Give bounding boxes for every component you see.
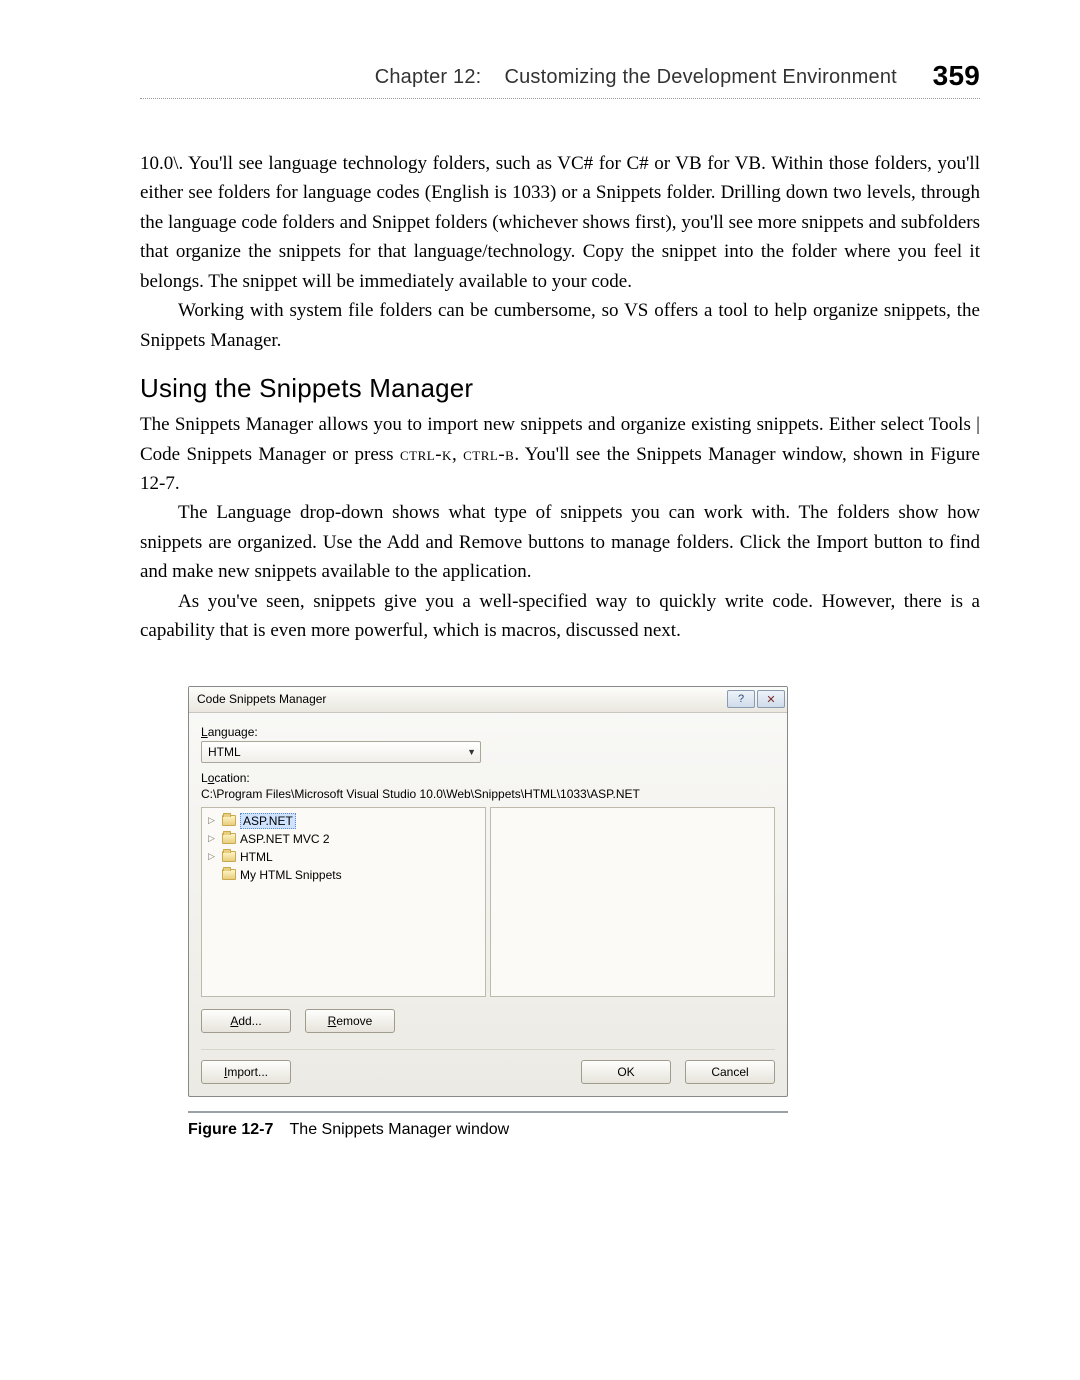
figure-text: The Snippets Manager window [290, 1121, 510, 1138]
language-value: HTML [208, 745, 467, 759]
figure-label: Figure 12-7 [188, 1121, 273, 1138]
dialog-title: Code Snippets Manager [197, 692, 725, 706]
folder-tree-panel[interactable]: ▷ ASP.NET ▷ ASP.NET MVC 2 ▷ [201, 807, 486, 997]
tree-item[interactable]: ▷ HTML [208, 848, 479, 866]
close-icon: ✕ [766, 693, 775, 706]
language-label: Language: [201, 725, 775, 739]
add-button[interactable]: Add... [201, 1009, 291, 1033]
figure-caption: Figure 12-7 The Snippets Manager window [188, 1121, 980, 1139]
close-button[interactable]: ✕ [757, 690, 785, 708]
keystroke: ctrl-b [463, 444, 514, 465]
preview-panel [490, 807, 775, 997]
help-icon: ? [738, 693, 744, 705]
cancel-button[interactable]: Cancel [685, 1060, 775, 1084]
body-paragraph: Working with system file folders can be … [140, 296, 980, 355]
folder-icon [222, 833, 236, 844]
expand-icon[interactable]: ▷ [208, 833, 218, 844]
folder-icon [222, 815, 236, 826]
tree-item[interactable]: ▷ ASP.NET [208, 812, 479, 830]
dialog-titlebar: Code Snippets Manager ? ✕ [189, 687, 787, 713]
running-head: Chapter 12: Customizing the Development … [140, 60, 980, 99]
language-dropdown[interactable]: HTML ▼ [201, 741, 481, 763]
expand-icon [208, 870, 218, 880]
folder-icon [222, 851, 236, 862]
page-number: 359 [933, 60, 980, 91]
body-paragraph: As you've seen, snippets give you a well… [140, 587, 980, 646]
location-label: Location: [201, 771, 775, 785]
expand-icon[interactable]: ▷ [208, 851, 218, 862]
ok-button[interactable]: OK [581, 1060, 671, 1084]
snippets-manager-dialog: Code Snippets Manager ? ✕ Language: HTML… [188, 686, 788, 1097]
body-paragraph: 10.0\. You'll see language technology fo… [140, 149, 980, 296]
chevron-down-icon: ▼ [467, 747, 476, 757]
chapter-label: Chapter 12: [375, 66, 482, 88]
remove-button[interactable]: Remove [305, 1009, 395, 1033]
body-paragraph: The Language drop-down shows what type o… [140, 498, 980, 586]
folder-icon [222, 869, 236, 880]
tree-item[interactable]: My HTML Snippets [208, 866, 479, 884]
expand-icon[interactable]: ▷ [208, 815, 218, 826]
keystroke: ctrl-k [400, 444, 452, 465]
body-paragraph: The Snippets Manager allows you to impor… [140, 410, 980, 498]
chapter-title: Customizing the Development Environment [504, 66, 896, 88]
figure-rule [188, 1111, 788, 1113]
help-button[interactable]: ? [727, 690, 755, 708]
location-path: C:\Program Files\Microsoft Visual Studio… [201, 787, 775, 803]
section-heading: Using the Snippets Manager [140, 373, 980, 404]
tree-item[interactable]: ▷ ASP.NET MVC 2 [208, 830, 479, 848]
import-button[interactable]: Import... [201, 1060, 291, 1084]
